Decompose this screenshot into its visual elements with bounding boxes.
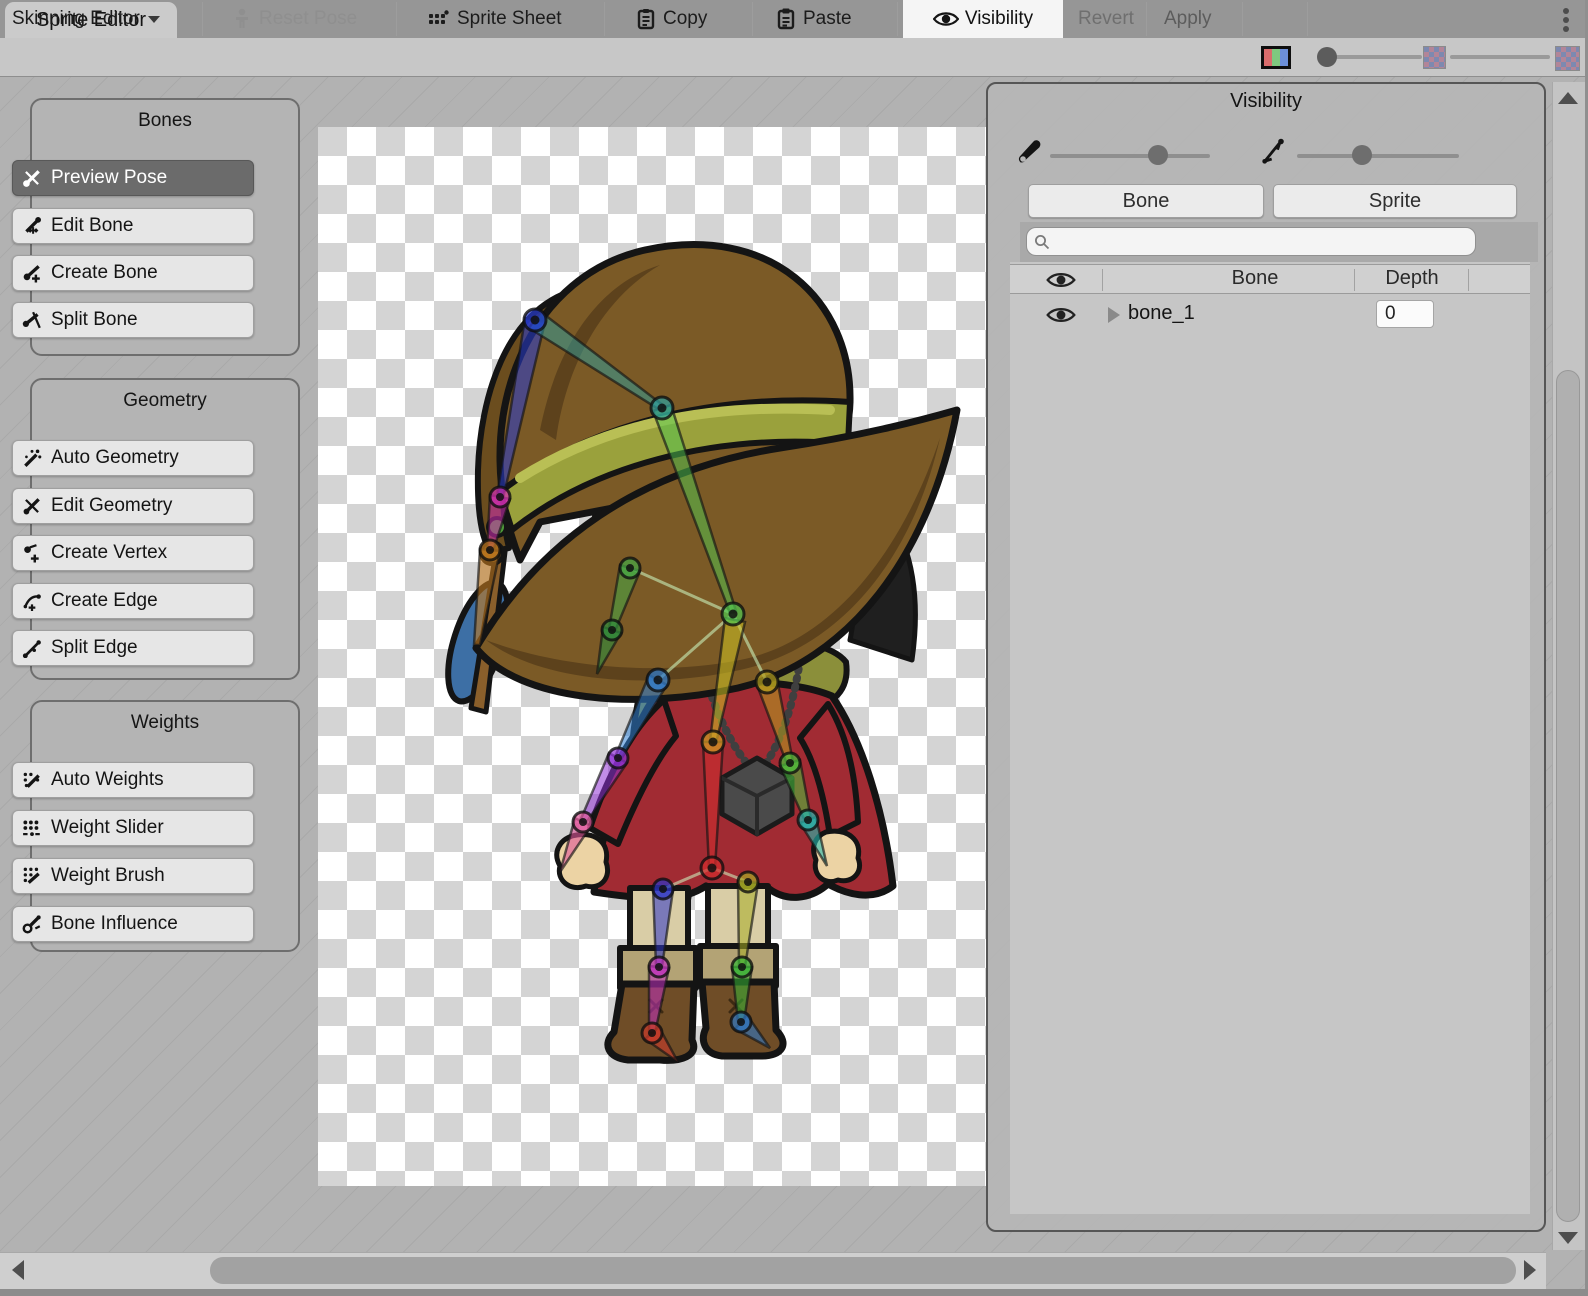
bone-influence-button[interactable]: Bone Influence	[12, 906, 254, 942]
sprite-opacity-preview-icon	[1423, 46, 1446, 69]
mesh-visibility-slider[interactable]	[1297, 154, 1459, 158]
chevron-down-icon	[147, 14, 161, 24]
visibility-panel-title: Visibility	[988, 90, 1544, 113]
copy-icon	[636, 7, 656, 31]
create-vertex-icon	[22, 543, 42, 563]
create-bone-button[interactable]: Create Bone	[12, 255, 254, 291]
auto-weights-icon	[22, 770, 42, 790]
bone-list-area: Bone Depth bone_1 0	[1010, 262, 1530, 1214]
visibility-panel: Visibility Bone Sprite	[986, 82, 1546, 1232]
scroll-right-icon[interactable]	[1524, 1260, 1536, 1280]
visibility-toggle-button[interactable]: Visibility	[903, 0, 1063, 38]
create-vertex-button[interactable]: Create Vertex	[12, 535, 254, 571]
column-bone[interactable]: Bone	[1160, 267, 1350, 290]
sprite-sheet-icon	[428, 8, 450, 30]
sprite-opacity-slider[interactable]	[1330, 55, 1422, 59]
geometry-panel-title: Geometry	[32, 380, 298, 412]
copy-button[interactable]: Copy	[636, 0, 707, 38]
weight-slider-button[interactable]: Weight Slider	[12, 810, 254, 846]
sprite-opacity-slider-knob[interactable]	[1317, 47, 1337, 67]
mesh-opacity-preview-icon	[1555, 46, 1580, 71]
weight-slider-icon	[22, 818, 42, 838]
edit-geometry-icon	[22, 496, 42, 516]
skinning-editor-dropdown[interactable]: Skinning Editor	[12, 0, 161, 38]
apply-button[interactable]: Apply	[1164, 0, 1212, 38]
tab-sprite[interactable]: Sprite	[1273, 184, 1517, 218]
bones-panel-title: Bones	[32, 100, 298, 132]
split-bone-button[interactable]: Split Bone	[12, 302, 254, 338]
weights-panel-title: Weights	[32, 702, 298, 734]
eye-icon	[933, 10, 959, 28]
column-depth[interactable]: Depth	[1362, 267, 1462, 290]
scroll-up-icon[interactable]	[1558, 92, 1578, 104]
create-edge-button[interactable]: Create Edge	[12, 583, 254, 619]
window-menu-icon[interactable]	[1556, 6, 1576, 34]
search-field[interactable]	[1026, 227, 1476, 256]
expander-icon[interactable]	[1108, 307, 1120, 323]
vertical-scrollbar-thumb[interactable]	[1556, 370, 1580, 1222]
depth-input[interactable]: 0	[1376, 300, 1434, 328]
paste-icon	[776, 7, 796, 31]
mesh-opacity-slider[interactable]	[1450, 55, 1550, 59]
bone-influence-icon	[22, 914, 42, 934]
scroll-down-icon[interactable]	[1558, 1232, 1578, 1244]
auto-geometry-button[interactable]: Auto Geometry	[12, 440, 254, 476]
edit-geometry-button[interactable]: Edit Geometry	[12, 488, 254, 524]
sprite-canvas[interactable]	[318, 127, 986, 1186]
bone-opacity-icon	[1016, 138, 1044, 166]
bone-opacity-slider[interactable]	[1050, 154, 1210, 158]
edit-bone-icon	[22, 216, 42, 236]
edit-bone-button[interactable]: Edit Bone	[12, 208, 254, 244]
person-icon	[232, 8, 252, 30]
mesh-visibility-slider-knob[interactable]	[1352, 145, 1372, 165]
bone-row-bone_1[interactable]: bone_1 0	[1010, 298, 1530, 334]
horizontal-scrollbar-thumb[interactable]	[210, 1257, 1516, 1284]
sprite-color-swatch-button[interactable]	[1261, 46, 1291, 69]
search-icon	[1033, 233, 1051, 251]
paste-button[interactable]: Paste	[776, 0, 852, 38]
split-edge-icon	[22, 638, 42, 658]
preview-pose-icon	[22, 168, 42, 188]
create-edge-icon	[22, 591, 42, 611]
split-bone-icon	[22, 310, 42, 330]
sprite-sheet-button[interactable]: Sprite Sheet	[428, 0, 562, 38]
row-visibility-eye-icon[interactable]	[1046, 305, 1076, 325]
bone-opacity-slider-knob[interactable]	[1148, 145, 1168, 165]
revert-button[interactable]: Revert	[1078, 0, 1134, 38]
reset-pose-button[interactable]: Reset Pose	[232, 0, 357, 38]
create-bone-icon	[22, 263, 42, 283]
sprite-editor-window: Sprite Editor Skinning Editor Reset Pose…	[0, 0, 1588, 1296]
auto-geometry-icon	[22, 448, 42, 468]
search-input[interactable]	[1051, 231, 1455, 253]
tab-bone[interactable]: Bone	[1028, 184, 1264, 218]
scroll-left-icon[interactable]	[12, 1260, 24, 1280]
weight-brush-icon	[22, 866, 42, 886]
split-edge-button[interactable]: Split Edge	[12, 630, 254, 666]
weight-brush-button[interactable]: Weight Brush	[12, 858, 254, 894]
bone-name[interactable]: bone_1	[1128, 302, 1195, 325]
character-sprite	[318, 127, 986, 1186]
mesh-opacity-icon	[1260, 138, 1288, 166]
bone-list-header: Bone Depth	[1010, 264, 1530, 294]
auto-weights-button[interactable]: Auto Weights	[12, 762, 254, 798]
preview-pose-button[interactable]: Preview Pose	[12, 160, 254, 196]
window-bottom-edge	[0, 1289, 1588, 1296]
header-eye-icon	[1046, 270, 1076, 290]
